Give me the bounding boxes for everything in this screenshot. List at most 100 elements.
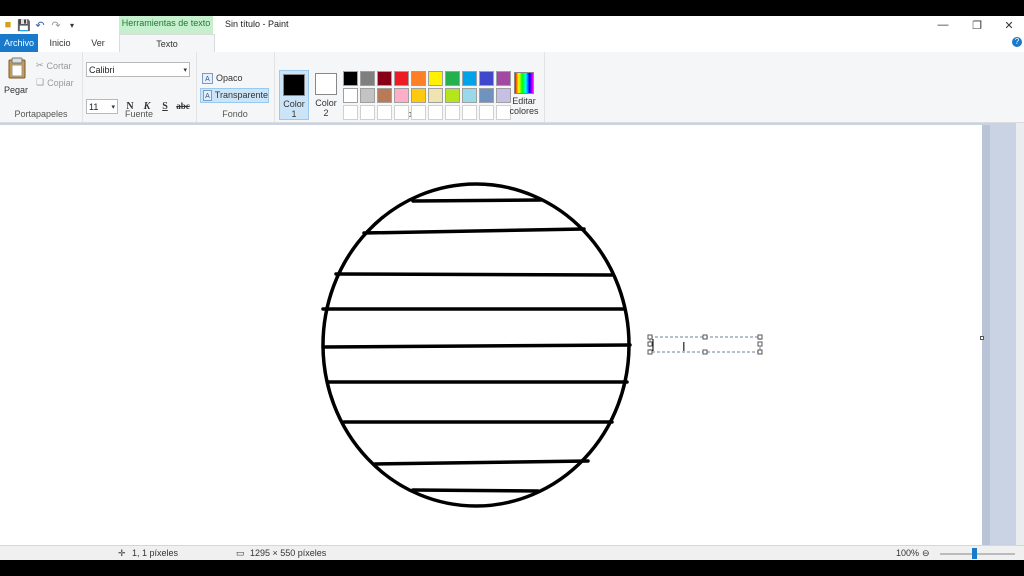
palette-color-swatch[interactable] <box>343 105 358 120</box>
palette-color-swatch[interactable] <box>360 105 375 120</box>
paste-icon[interactable] <box>8 57 26 79</box>
underline-button[interactable]: S <box>158 99 172 114</box>
clipboard-group: Pegar ✂ Cortar ❏ Copiar Portapapeles <box>0 52 83 122</box>
palette-color-swatch[interactable] <box>428 88 443 103</box>
minimize-button[interactable]: — <box>926 16 960 34</box>
palette-color-swatch[interactable] <box>462 105 477 120</box>
copy-button[interactable]: ❏ Copiar <box>36 77 74 88</box>
canvas-size-icon: ▭ <box>236 548 245 558</box>
color2-button[interactable]: Color 2 <box>311 70 341 120</box>
zoom-slider[interactable] <box>940 553 1015 555</box>
svg-text:I: I <box>682 339 686 354</box>
palette-color-swatch[interactable] <box>343 88 358 103</box>
edit-colors-button[interactable]: Editar colores <box>508 70 540 116</box>
text-box-selection: I <box>647 334 763 355</box>
palette-color-swatch[interactable] <box>377 105 392 120</box>
palette-color-swatch[interactable] <box>462 88 477 103</box>
color1-label: Color <box>283 99 305 109</box>
redo-icon[interactable]: ↷ <box>50 19 62 32</box>
palette-color-swatch[interactable] <box>411 105 426 120</box>
paint-window: ■ 💾 ↶ ↷ ▾ Herramientas de texto Sin títu… <box>0 16 1024 560</box>
ribbon-tabs: Archivo Inicio Ver Texto <box>0 34 1024 53</box>
window-title: Sin título - Paint <box>225 19 289 29</box>
copy-label: Copiar <box>47 77 74 88</box>
palette-color-swatch[interactable] <box>394 88 409 103</box>
opaque-option[interactable]: A Opaco <box>200 71 269 86</box>
bold-button[interactable]: N <box>123 99 137 114</box>
color1-number: 1 <box>291 109 297 119</box>
transparent-label: Transparente <box>214 90 268 100</box>
color1-button[interactable]: Color 1 <box>279 70 309 120</box>
paint-app-icon: ■ <box>4 19 12 31</box>
palette-color-swatch[interactable] <box>445 105 460 120</box>
palette-color-swatch[interactable] <box>377 71 392 86</box>
zoom-out-icon[interactable]: ⊖ <box>922 548 930 559</box>
zoom-slider-thumb[interactable] <box>972 548 977 559</box>
transparent-option[interactable]: A Transparente <box>200 88 269 103</box>
font-family-value: Calibri <box>89 65 115 75</box>
clipboard-group-label: Portapapeles <box>14 109 68 119</box>
cut-label: Cortar <box>46 60 72 71</box>
edit-colors-label-2: colores <box>509 106 539 116</box>
canvas-size: 1295 × 550 píxeles <box>250 548 327 558</box>
color2-number: 2 <box>323 108 329 118</box>
palette-color-swatch[interactable] <box>411 71 426 86</box>
palette-color-swatch[interactable] <box>445 88 460 103</box>
status-bar: ✛ 1, 1 píxeles ▭ 1295 × 550 píxeles 100%… <box>0 545 1024 560</box>
drawn-line <box>411 198 543 203</box>
palette-color-swatch[interactable] <box>445 71 460 86</box>
workspace: I <box>0 123 1024 545</box>
tab-archivo[interactable]: Archivo <box>0 34 38 52</box>
canvas-resize-handle[interactable] <box>980 336 984 340</box>
canvas-drawing: I <box>321 182 763 508</box>
palette-color-swatch[interactable] <box>479 71 494 86</box>
customize-toolbar-icon[interactable]: ▾ <box>66 19 78 31</box>
canvas-shadow <box>982 125 990 545</box>
palette-color-swatch[interactable] <box>479 88 494 103</box>
close-button[interactable]: ✕ <box>992 16 1024 34</box>
context-tab-header: Herramientas de texto <box>119 16 213 34</box>
paste-button[interactable]: Pegar <box>4 85 28 95</box>
palette-color-swatch[interactable] <box>428 105 443 120</box>
cut-button[interactable]: ✂ Cortar <box>36 60 72 71</box>
palette-color-swatch[interactable] <box>394 105 409 120</box>
title-bar: ■ 💾 ↶ ↷ ▾ Herramientas de texto Sin títu… <box>0 16 1024 34</box>
background-group-label: Fondo <box>222 109 248 119</box>
font-size-value: 11 <box>89 102 99 112</box>
palette-color-swatch[interactable] <box>360 71 375 86</box>
vertical-scrollbar[interactable] <box>1016 123 1024 545</box>
chevron-down-icon: ▾ <box>111 104 115 111</box>
drawing-canvas[interactable]: I <box>0 125 982 545</box>
palette-color-swatch[interactable] <box>360 88 375 103</box>
help-icon[interactable]: ? <box>1012 37 1022 47</box>
color2-label: Color <box>315 98 337 108</box>
opaque-icon: A <box>202 73 213 84</box>
scissors-icon: ✂ <box>36 60 44 70</box>
tab-ver[interactable]: Ver <box>82 34 114 52</box>
chevron-down-icon: ▾ <box>183 67 187 74</box>
palette-color-swatch[interactable] <box>394 71 409 86</box>
palette-color-swatch[interactable] <box>343 71 358 86</box>
font-family-select[interactable]: Calibri ▾ <box>86 62 190 77</box>
opaque-label: Opaco <box>216 73 243 83</box>
color-spectrum-icon <box>514 72 534 94</box>
palette-color-swatch[interactable] <box>462 71 477 86</box>
edit-colors-label: Editar <box>512 96 536 106</box>
font-size-select[interactable]: 11 ▾ <box>86 99 118 114</box>
tab-inicio[interactable]: Inicio <box>42 34 78 52</box>
strikethrough-button[interactable]: abc <box>175 99 191 114</box>
drawn-line <box>373 459 590 466</box>
ribbon: Pegar ✂ Cortar ❏ Copiar Portapapeles Fue… <box>0 52 1024 123</box>
maximize-button[interactable]: ❐ <box>960 16 994 34</box>
tab-texto[interactable]: Texto <box>119 34 215 53</box>
palette-color-swatch[interactable] <box>479 105 494 120</box>
italic-button[interactable]: K <box>140 99 154 114</box>
save-icon[interactable]: 💾 <box>17 19 31 32</box>
transparent-icon: A <box>203 90 212 101</box>
palette-color-swatch[interactable] <box>428 71 443 86</box>
undo-icon[interactable]: ↶ <box>34 19 46 32</box>
quick-access-toolbar: ■ 💾 ↶ ↷ ▾ <box>0 16 78 34</box>
palette-color-swatch[interactable] <box>377 88 392 103</box>
palette-color-swatch[interactable] <box>411 88 426 103</box>
cursor-position-icon: ✛ <box>118 548 126 558</box>
